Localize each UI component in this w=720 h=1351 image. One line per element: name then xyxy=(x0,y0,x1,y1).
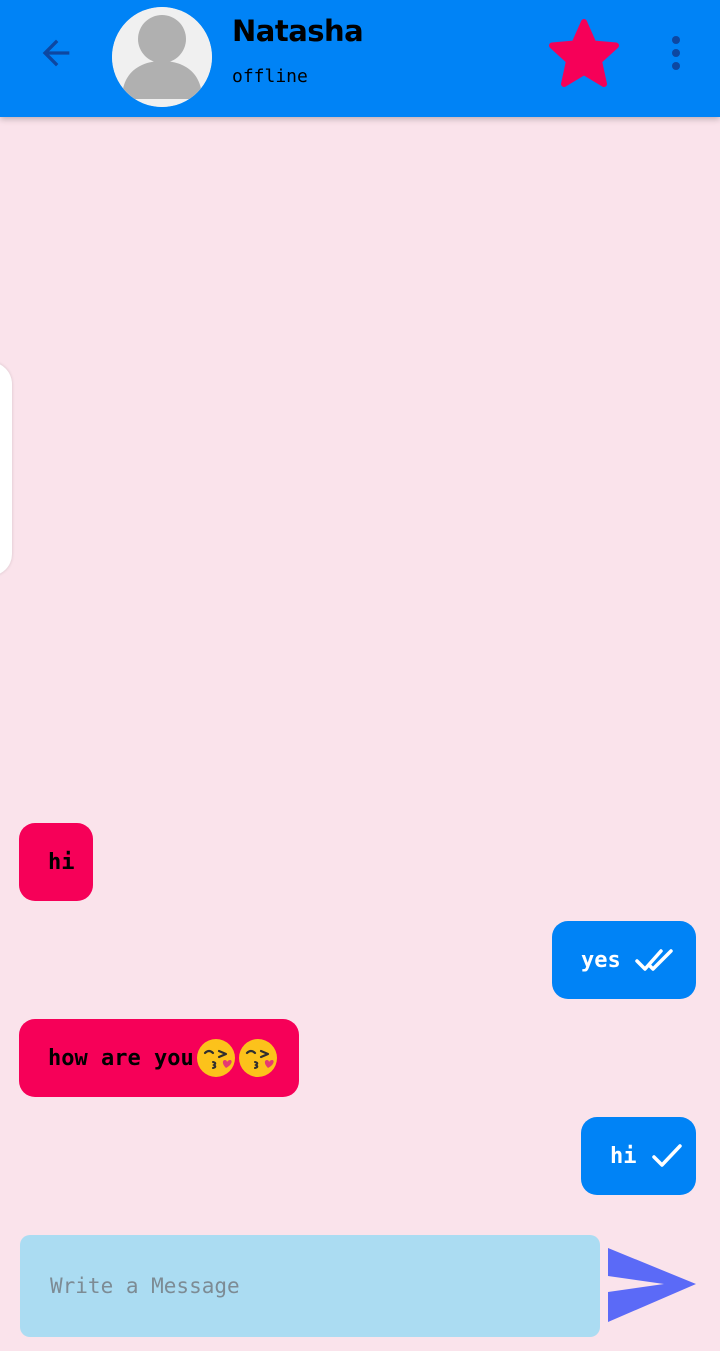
message-text: hi xyxy=(48,849,75,875)
side-drawer-handle[interactable] xyxy=(0,362,12,576)
chat-header: Natasha offline xyxy=(0,0,720,117)
message-text: hi xyxy=(610,1143,637,1169)
message-text: yes xyxy=(581,947,621,973)
send-icon xyxy=(608,1248,696,1322)
star-icon xyxy=(549,19,619,87)
contact-name: Natasha xyxy=(232,14,364,48)
message-bubble-incoming[interactable]: hi xyxy=(19,823,93,901)
kissing-heart-emoji xyxy=(238,1039,277,1077)
more-vertical-icon xyxy=(672,36,680,44)
chat-screen: Natasha offline hi yes how are you hi Wr… xyxy=(0,0,720,1351)
back-button[interactable] xyxy=(26,27,86,79)
message-composer xyxy=(20,1235,600,1337)
message-bubble-outgoing[interactable]: hi xyxy=(581,1117,696,1195)
message-bubble-outgoing[interactable]: yes xyxy=(552,921,696,999)
kissing-heart-emoji xyxy=(196,1039,235,1077)
message-text: how are you xyxy=(48,1045,194,1071)
single-check-icon xyxy=(651,1142,683,1170)
more-options-button[interactable] xyxy=(656,30,696,76)
message-input[interactable] xyxy=(20,1235,600,1337)
contact-status: offline xyxy=(232,66,308,87)
message-bubble-incoming[interactable]: how are you xyxy=(19,1019,299,1097)
favorite-button[interactable] xyxy=(548,18,620,90)
more-vertical-icon xyxy=(672,62,680,70)
send-button[interactable] xyxy=(606,1246,698,1326)
double-check-icon xyxy=(635,946,675,974)
more-vertical-icon xyxy=(672,49,680,57)
person-icon xyxy=(112,7,212,107)
avatar[interactable] xyxy=(112,7,212,107)
arrow-left-icon xyxy=(42,39,70,67)
